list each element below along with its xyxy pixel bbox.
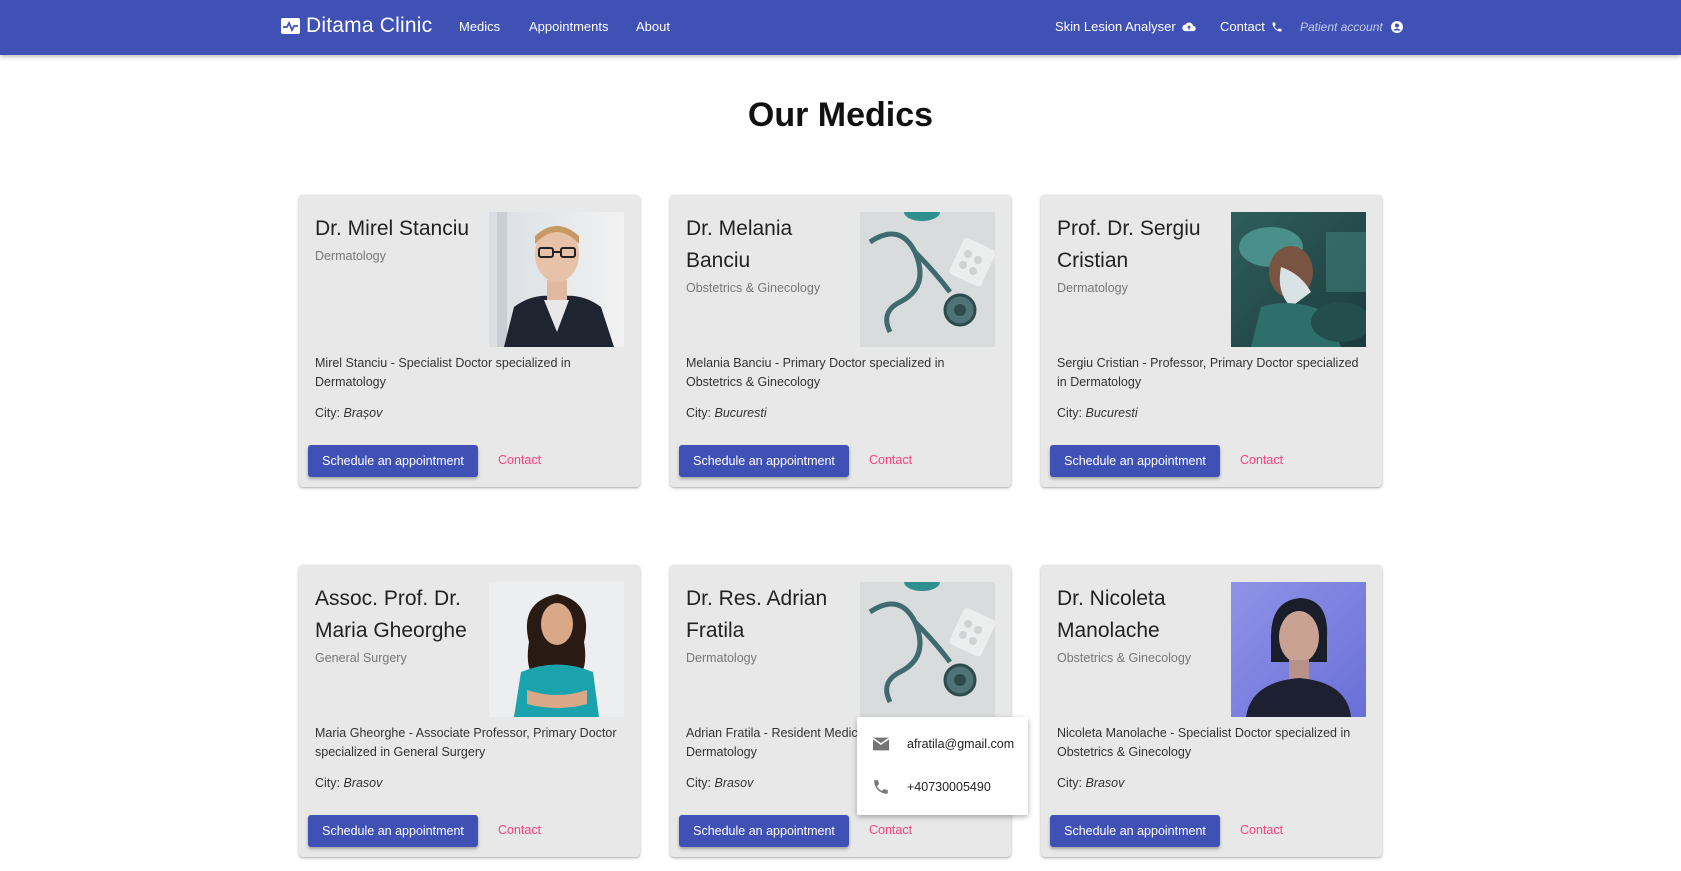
schedule-appointment-button[interactable]: Schedule an appointment (308, 815, 478, 847)
medic-description-line2: Dermatology (686, 745, 757, 759)
medic-specialty: Obstetrics & Ginecology (1057, 651, 1192, 665)
contact-button[interactable]: Contact (1240, 823, 1283, 837)
medic-description: Nicoleta Manolache - Specialist Doctor s… (1057, 726, 1351, 759)
nav-skin-lesion-label: Skin Lesion Analyser (1055, 19, 1176, 34)
medic-city: City: Bucuresti (686, 406, 767, 420)
email-icon (872, 737, 890, 751)
clinic-logo-icon (281, 18, 300, 34)
contact-button[interactable]: Contact (869, 823, 912, 837)
medic-description: Maria Gheorghe - Associate Professor, Pr… (315, 726, 617, 759)
medic-card-stanciu: Dr. Mirel Stanciu Dermatology Mirel Stan… (299, 195, 640, 487)
medic-name: Dr. Melania Banciu (686, 217, 793, 272)
medic-specialty: Dermatology (686, 651, 757, 665)
schedule-appointment-button[interactable]: Schedule an appointment (679, 815, 849, 847)
medic-photo (860, 582, 995, 717)
medic-description: Mirel Stanciu - Specialist Doctor specia… (315, 356, 571, 389)
nav-link-medics[interactable]: Medics (459, 19, 500, 34)
medic-card-manolache: Dr. Nicoleta Manolache Obstetrics & Gine… (1041, 565, 1382, 857)
medic-card-banciu: Dr. Melania Banciu Obstetrics & Ginecolo… (670, 195, 1011, 487)
medic-name: Assoc. Prof. Dr. Maria Gheorghe (315, 587, 467, 642)
medic-specialty: Dermatology (315, 249, 386, 263)
medic-name: Prof. Dr. Sergiu Cristian (1057, 217, 1201, 272)
nav-contact-label: Contact (1220, 19, 1265, 34)
contact-button[interactable]: Contact (869, 453, 912, 467)
medic-photo (1231, 212, 1366, 347)
medic-card-cristian: Prof. Dr. Sergiu Cristian Dermatology Se… (1041, 195, 1382, 487)
medic-photo (489, 212, 624, 347)
medic-photo (1231, 582, 1366, 717)
medic-description: Sergiu Cristian - Professor, Primary Doc… (1057, 356, 1359, 389)
contact-button[interactable]: Contact (1240, 453, 1283, 467)
contact-button[interactable]: Contact (498, 823, 541, 837)
medic-city-value: Bucuresti (1085, 406, 1138, 420)
medic-city: City: Brasov (315, 776, 383, 790)
medic-name: Dr. Mirel Stanciu (315, 217, 470, 240)
medic-city: City: Brasov (1057, 776, 1125, 790)
medic-city-value: Brașov (343, 406, 383, 420)
medic-city: City: Bucuresti (1057, 406, 1138, 420)
top-navbar: Ditama Clinic Medics Appointments About … (0, 0, 1681, 55)
nav-account-label: Patient account (1300, 20, 1383, 34)
contact-phone: +40730005490 (907, 780, 991, 794)
phone-icon (874, 780, 888, 794)
phone-icon (1272, 22, 1282, 31)
medic-specialty: General Surgery (315, 651, 407, 665)
medic-photo (860, 212, 995, 347)
page-title: Our Medics (747, 96, 934, 134)
medic-city-value: Brasov (714, 776, 754, 790)
schedule-appointment-button[interactable]: Schedule an appointment (1050, 445, 1220, 477)
medic-name: Dr. Nicoleta Manolache (1057, 587, 1166, 642)
brand-name: Ditama Clinic (306, 14, 433, 37)
contact-phone-item[interactable]: +40730005490 (871, 778, 991, 796)
nav-skin-lesion-analyser[interactable]: Skin Lesion Analyser (1055, 19, 1196, 34)
contact-popup-menu: afratila@gmail.com +40730005490 (857, 717, 1028, 815)
nav-link-appointments[interactable]: Appointments (529, 19, 609, 34)
medic-city: City: Brasov (686, 776, 754, 790)
brand-logo-link[interactable]: Ditama Clinic (281, 14, 432, 38)
contact-email-item[interactable]: afratila@gmail.com (871, 736, 1014, 752)
contact-button[interactable]: Contact (498, 453, 541, 467)
nav-link-about[interactable]: About (636, 19, 670, 34)
medic-description-line1: Adrian Fratila - Resident Medic (686, 726, 858, 740)
medic-photo (489, 582, 624, 717)
medic-city: City: Brașov (315, 406, 383, 420)
account-circle-icon (1390, 21, 1403, 33)
medic-city-value: Brasov (1085, 776, 1125, 790)
medic-description: Melania Banciu - Primary Doctor speciali… (686, 356, 945, 389)
medic-city-value: Brasov (343, 776, 383, 790)
medic-city-value: Bucuresti (714, 406, 767, 420)
schedule-appointment-button[interactable]: Schedule an appointment (1050, 815, 1220, 847)
cloud-upload-icon (1181, 22, 1196, 31)
schedule-appointment-button[interactable]: Schedule an appointment (679, 445, 849, 477)
nav-patient-account[interactable]: Patient account (1300, 20, 1403, 34)
medic-card-gheorghe: Assoc. Prof. Dr. Maria Gheorghe General … (299, 565, 640, 857)
medic-specialty: Dermatology (1057, 281, 1128, 295)
medic-name: Dr. Res. Adrian Fratila (686, 587, 828, 642)
medic-specialty: Obstetrics & Ginecology (686, 281, 821, 295)
schedule-appointment-button[interactable]: Schedule an appointment (308, 445, 478, 477)
contact-email: afratila@gmail.com (907, 737, 1015, 751)
nav-contact[interactable]: Contact (1220, 19, 1283, 34)
